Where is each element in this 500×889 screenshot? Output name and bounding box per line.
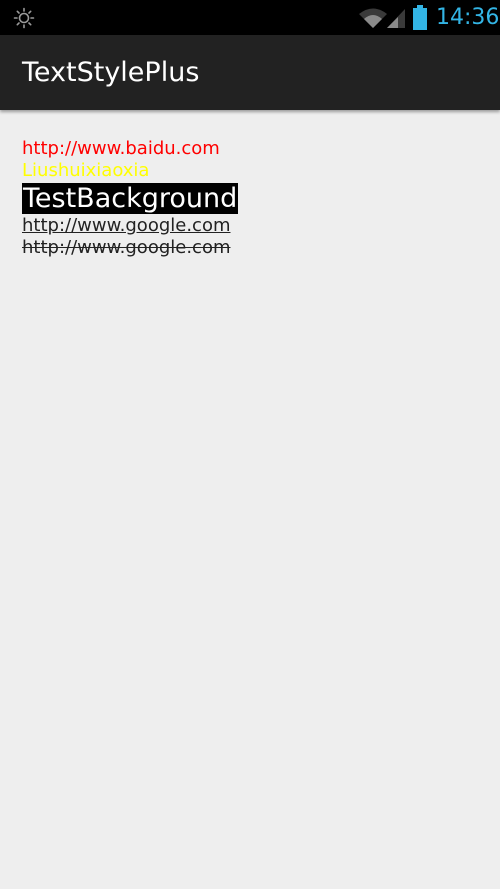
- wifi-icon: [359, 8, 387, 28]
- status-clock: 14:36: [436, 5, 500, 30]
- underline-google-link[interactable]: http://www.google.com: [22, 215, 238, 237]
- app-title: TextStylePlus: [22, 57, 200, 88]
- battery-icon: [413, 5, 427, 30]
- action-bar: TextStylePlus: [0, 35, 500, 110]
- brightness-icon: [13, 7, 35, 29]
- status-bar: 14:36: [0, 0, 500, 35]
- baidu-link[interactable]: http://www.baidu.com: [22, 138, 238, 160]
- cell-signal-icon: [387, 9, 405, 28]
- content-area: http://www.baidu.com Liushuixiaoxia Test…: [22, 138, 239, 259]
- strikethrough-google-link[interactable]: http://www.google.com: [22, 237, 238, 259]
- background-text: TestBackground: [22, 183, 239, 214]
- yellow-text: Liushuixiaoxia: [22, 160, 150, 181]
